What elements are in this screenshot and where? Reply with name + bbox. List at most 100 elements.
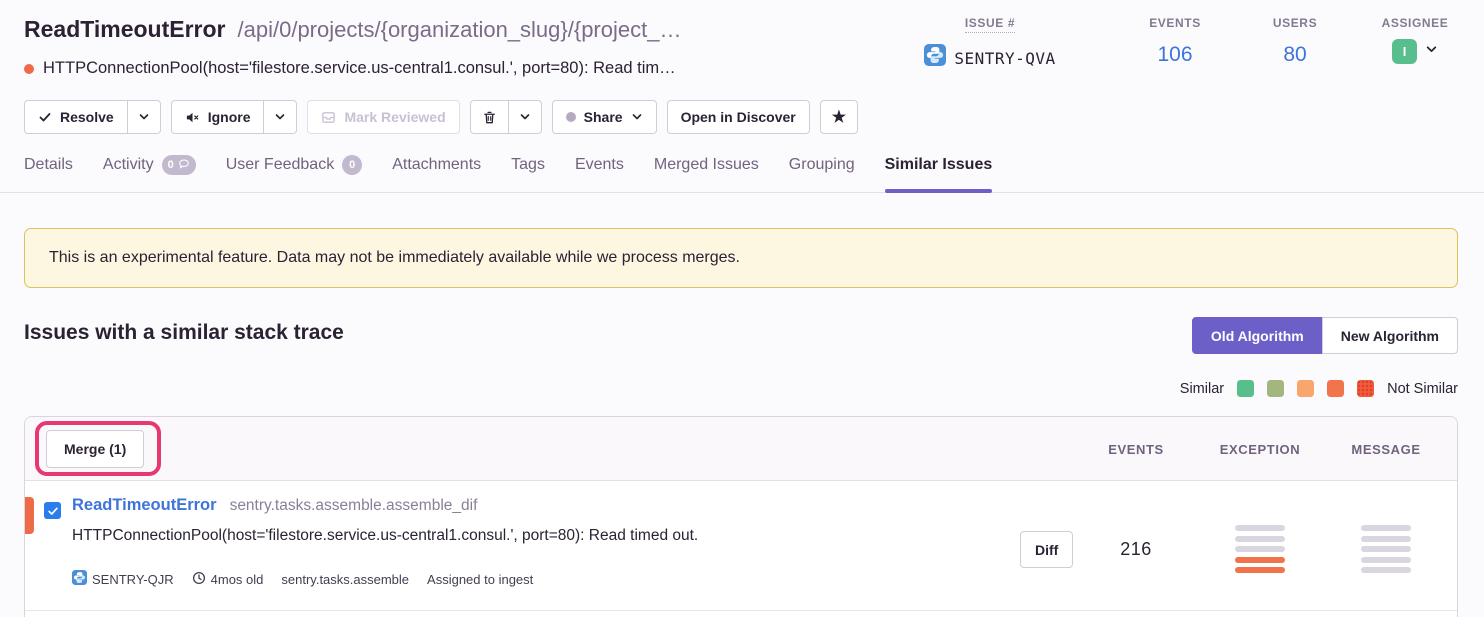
sentry-issue-page: ReadTimeoutError /api/0/projects/{organi… — [0, 0, 1484, 617]
share-button[interactable]: Share — [552, 100, 657, 134]
issue-stats: ISSUE # SENTRY-QVA EVENTS 106 USERS 80 A… — [900, 14, 1460, 72]
stat-users: USERS 80 — [1250, 14, 1340, 72]
message-similarity-bars — [1326, 525, 1446, 573]
ignore-label: Ignore — [208, 109, 251, 125]
row-transaction: sentry.tasks.assemble — [281, 572, 409, 587]
diff-button[interactable]: Diff — [1020, 531, 1073, 568]
share-label: Share — [584, 109, 623, 125]
resolve-dropdown-button[interactable] — [127, 100, 161, 134]
inbox-icon — [321, 110, 336, 125]
error-level-icon — [24, 64, 34, 74]
bookmark-star-button[interactable]: ★ — [820, 100, 858, 134]
ignore-button[interactable]: Ignore — [171, 100, 265, 134]
issue-tabs: Details Activity 0 User Feedback 0 Attac… — [0, 155, 1484, 193]
similar-stack-trace-heading: Issues with a similar stack trace — [24, 321, 344, 345]
python-platform-icon — [924, 44, 946, 72]
banner-text: This is an experimental feature. Data ma… — [49, 249, 740, 267]
issue-title: ReadTimeoutError — [24, 16, 226, 43]
tab-events[interactable]: Events — [575, 155, 624, 192]
delete-button[interactable] — [470, 100, 509, 134]
assignee-avatar[interactable]: I — [1392, 39, 1417, 64]
assignee-dropdown[interactable]: I — [1370, 39, 1460, 64]
resolve-label: Resolve — [60, 109, 114, 125]
row-age: 4mos old — [192, 571, 264, 588]
chevron-down-icon — [631, 111, 643, 123]
delete-dropdown-button[interactable] — [508, 100, 542, 134]
issue-short-id-value[interactable]: SENTRY-QVA — [900, 44, 1080, 72]
stat-issue-number: ISSUE # SENTRY-QVA — [900, 14, 1080, 72]
issue-number-label: ISSUE # — [965, 16, 1015, 33]
exception-similarity-bars — [1200, 525, 1320, 573]
events-label: EVENTS — [1149, 16, 1201, 30]
ignore-button-group: Ignore — [171, 100, 298, 134]
mark-reviewed-button[interactable]: Mark Reviewed — [307, 100, 459, 134]
error-level-bar — [25, 497, 34, 534]
tab-details[interactable]: Details — [24, 155, 73, 192]
chevron-down-icon — [519, 111, 531, 123]
old-algorithm-button[interactable]: Old Algorithm — [1192, 317, 1323, 354]
similarity-swatch-1 — [1237, 380, 1254, 397]
issue-endpoint-path: /api/0/projects/{organization_slug}/{pro… — [238, 17, 682, 43]
tab-merged-issues[interactable]: Merged Issues — [654, 155, 759, 192]
row-issue-culprit: sentry.tasks.assemble.assemble_dif — [230, 497, 478, 515]
issue-toolbar: Resolve Ignore Mark Reviewed — [24, 100, 858, 134]
tab-attachments[interactable]: Attachments — [392, 155, 481, 192]
row-short-id: SENTRY-QJR — [72, 570, 174, 588]
row-assignment: Assigned to ingest — [427, 572, 533, 587]
star-icon: ★ — [832, 107, 846, 127]
issue-message: HTTPConnectionPool(host='filestore.servi… — [43, 59, 676, 78]
issue-header-title-row: ReadTimeoutError /api/0/projects/{organi… — [24, 16, 681, 43]
chevron-down-icon — [274, 111, 286, 123]
row-checkbox[interactable] — [44, 502, 61, 519]
similarity-swatch-3 — [1297, 380, 1314, 397]
row-issue-meta: SENTRY-QJR 4mos old sentry.tasks.assembl… — [72, 570, 533, 588]
similarity-swatch-2 — [1267, 380, 1284, 397]
similarity-swatch-5 — [1357, 380, 1374, 397]
column-header-message: MESSAGE — [1326, 442, 1446, 457]
stat-assignee: ASSIGNEE I — [1370, 14, 1460, 72]
users-label: USERS — [1273, 16, 1317, 30]
python-platform-icon — [72, 570, 87, 588]
mute-icon — [185, 110, 200, 125]
clock-icon — [192, 571, 206, 588]
similar-issues-table: Merge (1) EVENTS EXCEPTION MESSAGE ReadT… — [24, 416, 1458, 617]
algorithm-toggle: Old Algorithm New Algorithm — [1192, 317, 1458, 354]
speech-bubble-icon — [178, 158, 190, 173]
issue-message-row: HTTPConnectionPool(host='filestore.servi… — [24, 59, 676, 78]
merge-button[interactable]: Merge (1) — [46, 430, 144, 468]
resolve-button[interactable]: Resolve — [24, 100, 128, 134]
column-header-events: EVENTS — [1076, 442, 1196, 457]
tab-user-feedback[interactable]: User Feedback 0 — [226, 155, 363, 192]
activity-count-badge: 0 — [162, 155, 196, 175]
column-header-exception: EXCEPTION — [1200, 442, 1320, 457]
tab-tags[interactable]: Tags — [511, 155, 545, 192]
legend-similar-label: Similar — [1180, 381, 1224, 397]
ignore-dropdown-button[interactable] — [263, 100, 297, 134]
check-icon — [38, 110, 52, 124]
tab-grouping[interactable]: Grouping — [789, 155, 855, 192]
tab-similar-issues[interactable]: Similar Issues — [885, 155, 993, 192]
chevron-down-icon — [138, 111, 150, 123]
stat-events: EVENTS 106 — [1130, 14, 1220, 72]
tab-activity[interactable]: Activity 0 — [103, 155, 196, 192]
table-header: Merge (1) EVENTS EXCEPTION MESSAGE — [25, 417, 1457, 481]
experimental-feature-banner: This is an experimental feature. Data ma… — [24, 228, 1458, 288]
row-events-count: 216 — [1076, 539, 1196, 560]
users-count[interactable]: 80 — [1250, 43, 1340, 67]
issue-short-id: SENTRY-QVA — [954, 49, 1055, 68]
similarity-swatch-4 — [1327, 380, 1344, 397]
resolve-button-group: Resolve — [24, 100, 161, 134]
events-count[interactable]: 106 — [1130, 43, 1220, 67]
share-status-dot-icon — [566, 112, 576, 122]
chevron-down-icon — [1425, 43, 1438, 61]
new-algorithm-button[interactable]: New Algorithm — [1322, 317, 1458, 354]
similarity-legend: Similar Not Similar — [1180, 380, 1458, 397]
trash-icon — [482, 110, 497, 125]
assignee-label: ASSIGNEE — [1382, 16, 1449, 30]
similar-issue-row: ReadTimeoutError sentry.tasks.assemble.a… — [25, 481, 1457, 611]
mark-reviewed-label: Mark Reviewed — [344, 109, 445, 125]
open-in-discover-button[interactable]: Open in Discover — [667, 100, 810, 134]
row-issue-title-link[interactable]: ReadTimeoutError — [72, 496, 217, 515]
legend-not-similar-label: Not Similar — [1387, 381, 1458, 397]
row-issue-message: HTTPConnectionPool(host='filestore.servi… — [72, 527, 698, 545]
